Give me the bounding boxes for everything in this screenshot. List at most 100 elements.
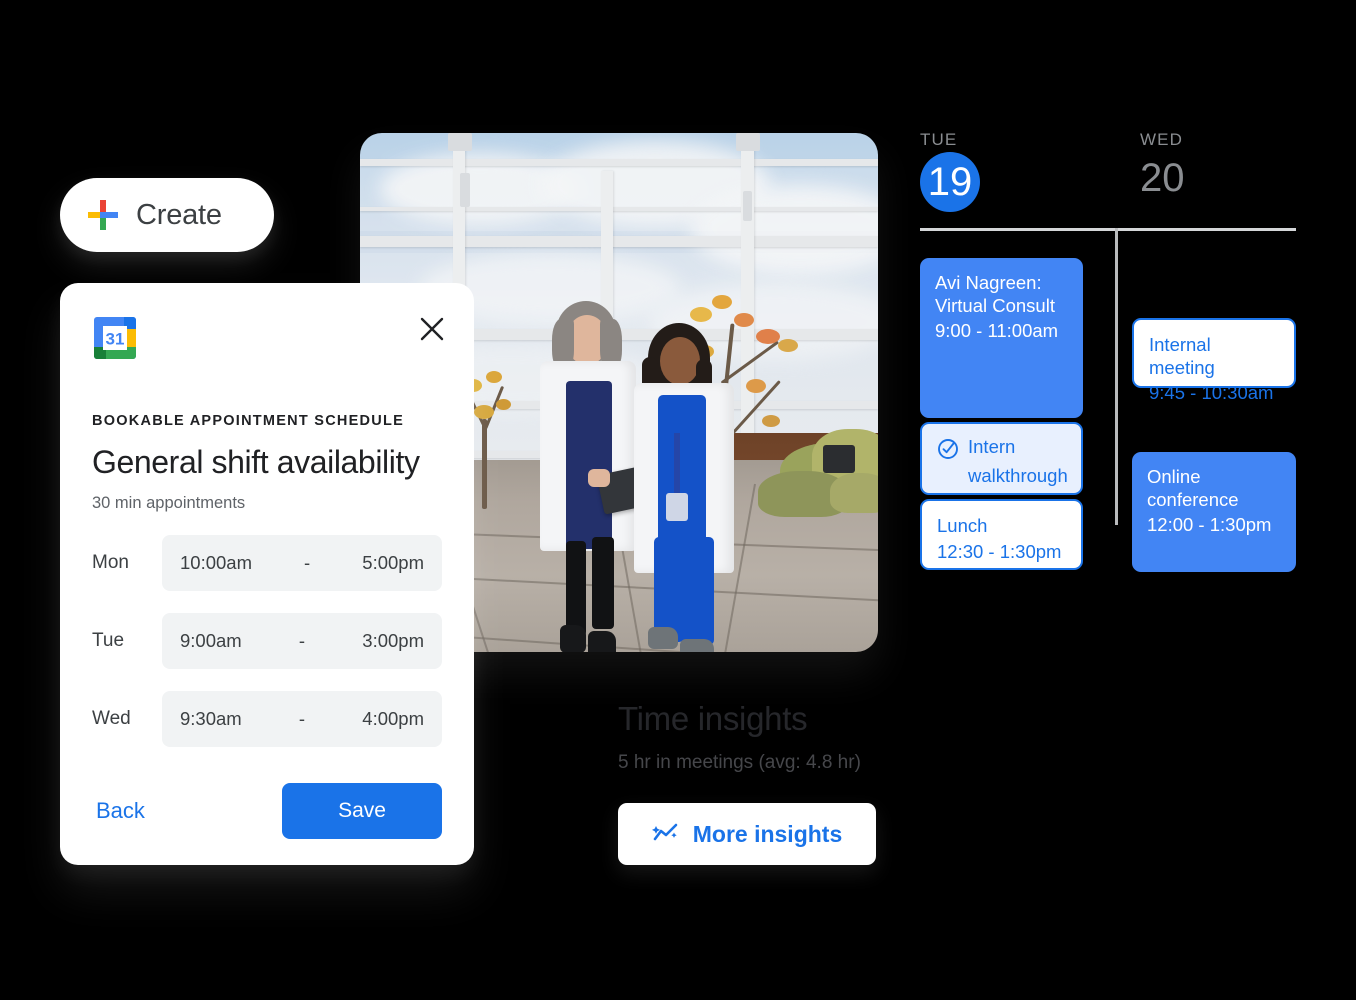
planter-box [823, 445, 855, 473]
close-button[interactable] [412, 311, 452, 351]
end-time: 5:00pm [362, 552, 424, 574]
person-shoe [680, 639, 714, 652]
event-title-line2: walkthrough [968, 465, 1068, 486]
tree-leaf [486, 371, 502, 383]
more-insights-label: More insights [692, 820, 843, 847]
tree-leaf [756, 329, 780, 344]
planter-shrub [830, 473, 878, 513]
appointment-schedule-dialog: 31 BOOKABLE APPOINTMENT SCHEDULE General… [60, 283, 474, 865]
person-leg [566, 541, 586, 636]
event-avi-nagreen-virtual-consult[interactable]: Avi Nagreen: Virtual Consult 9:00 - 11:0… [920, 258, 1083, 418]
day-number-today: 19 [920, 152, 980, 212]
frame-beam [360, 159, 878, 166]
screenshot-root: Create 31 BOOKABLE APPOINTMENT SCHEDULE … [0, 0, 1356, 1000]
post-cap [743, 191, 752, 221]
calendar-day-header-wed[interactable]: WED 20 [1140, 130, 1185, 198]
day-label: Mon [92, 552, 129, 574]
event-title-with-icon: Intern [937, 436, 1066, 465]
tree-leaf [746, 379, 766, 393]
day-of-week-label: WED [1140, 130, 1183, 149]
post-cap [460, 173, 470, 207]
page-title: General shift availability [92, 444, 420, 480]
calendar-column-divider [1115, 228, 1118, 525]
person-scrubs-pants [682, 537, 714, 645]
event-time: 12:30 - 1:30pm [937, 540, 1062, 562]
time-insights-subtitle: 5 hr in meetings (avg: 4.8 hr) [618, 752, 861, 773]
end-time: 3:00pm [362, 630, 424, 652]
post-cap [448, 133, 472, 151]
save-button[interactable]: Save [282, 783, 442, 839]
event-title-line2: conference [1147, 488, 1239, 510]
tree-leaf [734, 313, 754, 327]
back-button[interactable]: Back [92, 790, 149, 832]
event-time: 12:00 - 1:30pm [1147, 514, 1272, 536]
tree-leaf [712, 295, 732, 309]
person-head [660, 337, 700, 385]
google-calendar-icon: 31 [92, 315, 442, 361]
tree-leaf [474, 405, 494, 419]
end-time: 4:00pm [362, 708, 424, 730]
time-range-field-mon[interactable]: 10:00am - 5:00pm [162, 535, 442, 592]
frame-beam [360, 207, 878, 211]
event-title-line2: Virtual Consult [935, 294, 1055, 316]
close-icon [419, 316, 445, 347]
event-online-conference[interactable]: Online conference 12:00 - 1:30pm [1132, 452, 1296, 572]
event-internal-meeting[interactable]: Internal meeting 9:45 - 10:30am [1132, 318, 1296, 403]
badge-lanyard [674, 433, 680, 497]
range-dash: - [298, 708, 306, 730]
dialog-subtitle: 30 min appointments [92, 494, 246, 513]
calendar-day-header-tue[interactable]: TUE 19 [920, 130, 980, 212]
check-circle-icon [937, 438, 959, 465]
event-title-line1: Avi Nagreen: [935, 272, 1042, 293]
event-title-line1: Intern [968, 436, 1016, 457]
schedule-row-tue: Tue 9:00am - 3:00pm [92, 613, 442, 670]
event-title-line1: Lunch [937, 515, 988, 536]
insights-sparkle-icon [651, 821, 680, 848]
person-shoe [560, 625, 586, 652]
person-shoe [648, 627, 678, 649]
create-button-label: Create [136, 198, 222, 231]
dialog-eyebrow: BOOKABLE APPOINTMENT SCHEDULE [92, 413, 405, 429]
start-time: 9:30am [180, 708, 242, 730]
tree-trunk [482, 419, 487, 509]
calendar-column-headers: TUE 19 WED 20 [920, 130, 1296, 228]
time-range-field-wed[interactable]: 9:30am - 4:00pm [162, 691, 442, 748]
time-range-field-tue[interactable]: 9:00am - 3:00pm [162, 613, 442, 670]
calendar-header-divider [920, 228, 1296, 231]
calendar-panel: TUE 19 WED 20 Avi Nagreen: Virtual Consu… [920, 130, 1296, 572]
glass-pane [360, 165, 878, 231]
start-time: 10:00am [180, 552, 252, 574]
google-plus-icon [86, 198, 120, 232]
dialog-actions: Back Save [92, 783, 442, 839]
event-intern-walkthrough[interactable]: Intern walkthrough [920, 422, 1083, 495]
person-hand [588, 469, 610, 487]
more-insights-button[interactable]: More insights [618, 803, 876, 865]
person-dress [566, 381, 612, 549]
schedule-row-mon: Mon 10:00am - 5:00pm [92, 535, 442, 592]
event-title-line1: Internal meeting [1149, 334, 1215, 378]
event-time: 9:45 - 10:30am [1149, 382, 1274, 404]
frame-beam [360, 236, 878, 247]
tree-leaf [778, 339, 798, 352]
id-badge [666, 493, 688, 521]
person-scrubs-top [658, 395, 706, 553]
day-label: Wed [92, 708, 131, 730]
post-cap [736, 133, 760, 151]
event-time: 9:00 - 11:00am [935, 320, 1059, 342]
event-lunch[interactable]: Lunch 12:30 - 1:30pm [920, 499, 1083, 570]
day-number: 20 [1140, 156, 1185, 200]
person-leg [592, 537, 614, 629]
person-shoe [588, 631, 616, 652]
tree-leaf [496, 399, 511, 410]
range-dash: - [304, 552, 311, 574]
range-dash: - [298, 630, 306, 652]
svg-text:31: 31 [106, 330, 125, 349]
day-label: Tue [92, 630, 125, 652]
event-title-line1: Online [1147, 466, 1201, 487]
day-of-week-label: TUE [920, 130, 958, 149]
start-time: 9:00am [180, 630, 242, 652]
time-insights-section: Time insights 5 hr in meetings (avg: 4.8… [618, 700, 1038, 774]
create-button[interactable]: Create [60, 178, 274, 252]
tree-leaf [690, 307, 712, 322]
tree-leaf [762, 415, 780, 427]
